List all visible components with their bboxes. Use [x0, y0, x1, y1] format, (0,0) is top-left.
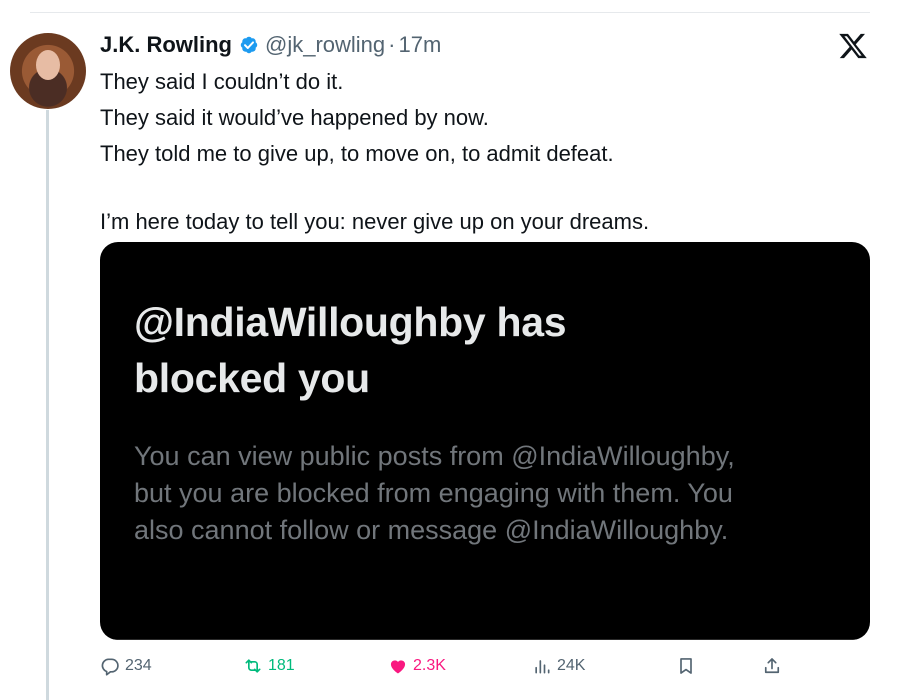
bookmark-icon	[680, 658, 692, 674]
post-time[interactable]: 17m	[398, 32, 441, 58]
blocked-screenshot-card[interactable]: @IndiaWilloughby has blocked you You can…	[100, 242, 870, 640]
views-count: 24K	[557, 657, 586, 674]
tweet-line: They said it would’ve happened by now.	[100, 105, 489, 130]
reply-icon	[101, 658, 119, 676]
author-name[interactable]: J.K. Rowling	[100, 32, 232, 58]
thread-line	[46, 110, 49, 700]
card-bottom-line	[100, 639, 870, 640]
views-icon	[535, 660, 550, 674]
share-button[interactable]	[762, 650, 787, 682]
blocked-title-line: blocked you	[134, 355, 370, 401]
action-bar: 234 181 2.3K 24K	[100, 650, 870, 682]
reply-button[interactable]: 234	[100, 650, 152, 682]
repost-icon	[245, 659, 261, 673]
verified-badge-icon	[238, 34, 260, 56]
blocked-description: You can view public posts from @IndiaWil…	[134, 438, 854, 549]
blocked-description-line: but you are blocked from engaging with t…	[134, 478, 733, 508]
blocked-description-line: You can view public posts from @IndiaWil…	[134, 441, 735, 471]
author-handle[interactable]: @jk_rowling	[265, 32, 385, 58]
header-separator: ·	[388, 32, 396, 57]
avatar[interactable]	[10, 33, 86, 109]
like-button[interactable]: 2.3K	[388, 650, 446, 682]
repost-button[interactable]: 181	[243, 650, 295, 682]
x-logo-icon	[838, 31, 868, 61]
top-divider	[30, 12, 870, 13]
bookmark-button[interactable]	[676, 650, 701, 682]
blocked-description-line: also cannot follow or message @IndiaWill…	[134, 515, 729, 545]
tweet-header: J.K. Rowling @jk_rowling · 17m	[100, 30, 441, 60]
tweet-line: They said I couldn’t do it.	[100, 69, 344, 94]
views-button[interactable]: 24K	[532, 650, 585, 682]
blocked-title: @IndiaWilloughby has blocked you	[134, 294, 834, 406]
like-count: 2.3K	[413, 657, 446, 674]
avatar-face	[36, 50, 60, 80]
share-icon	[764, 658, 780, 674]
tweet-line: I’m here today to tell you: never give u…	[100, 209, 650, 234]
repost-count: 181	[268, 657, 295, 674]
tweet-line: They told me to give up, to move on, to …	[100, 141, 614, 166]
heart-icon	[390, 660, 406, 674]
tweet-text: They said I couldn’t do it. They said it…	[100, 64, 860, 240]
blocked-title-line: @IndiaWilloughby has	[134, 299, 567, 345]
reply-count: 234	[125, 657, 152, 674]
